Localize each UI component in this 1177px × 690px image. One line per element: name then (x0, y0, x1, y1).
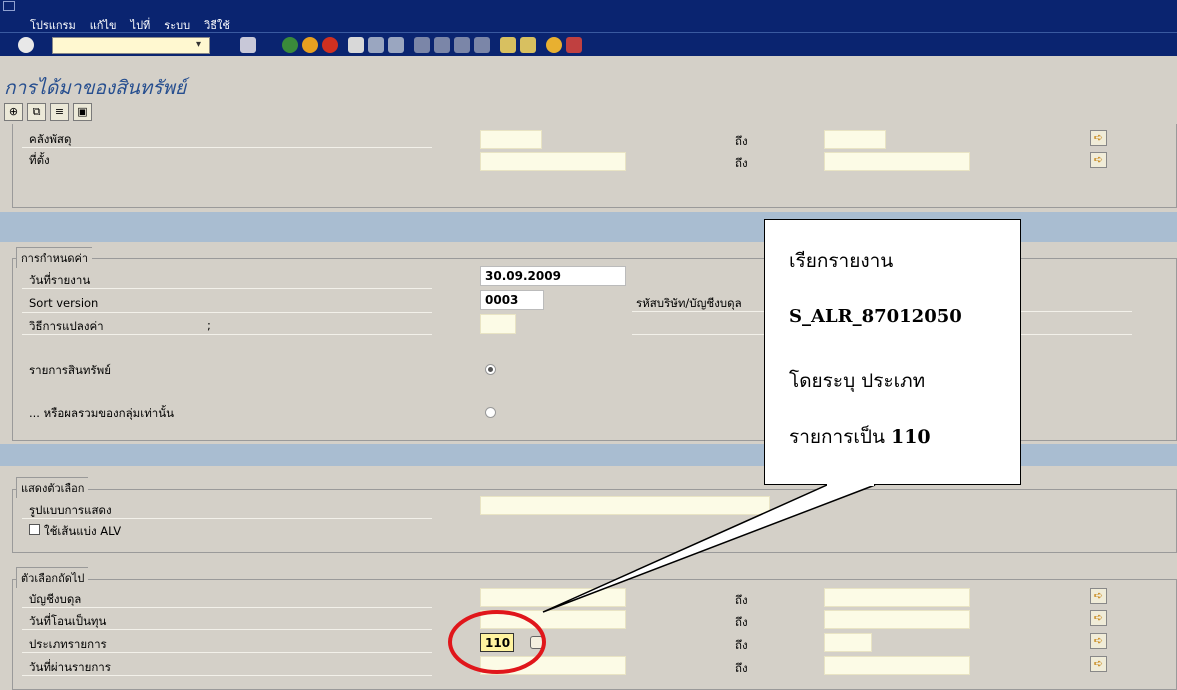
callout-line-4: รายการเป็น 110 (789, 422, 931, 452)
callout-pointer (542, 484, 876, 613)
callout-line-4-text: รายการเป็น (789, 426, 891, 448)
callout-line-3: โดยระบุ ประเภท (789, 370, 926, 392)
callout-line-1: เรียกรายงาน (789, 250, 894, 272)
highlight-circle (448, 610, 546, 674)
callout-join (827, 482, 874, 486)
callout-value: 110 (890, 426, 931, 448)
callout-box: เรียกรายงาน S_ALR_87012050 โดยระบุ ประเภ… (764, 219, 1021, 485)
callout-report-code: S_ALR_87012050 (789, 306, 962, 327)
